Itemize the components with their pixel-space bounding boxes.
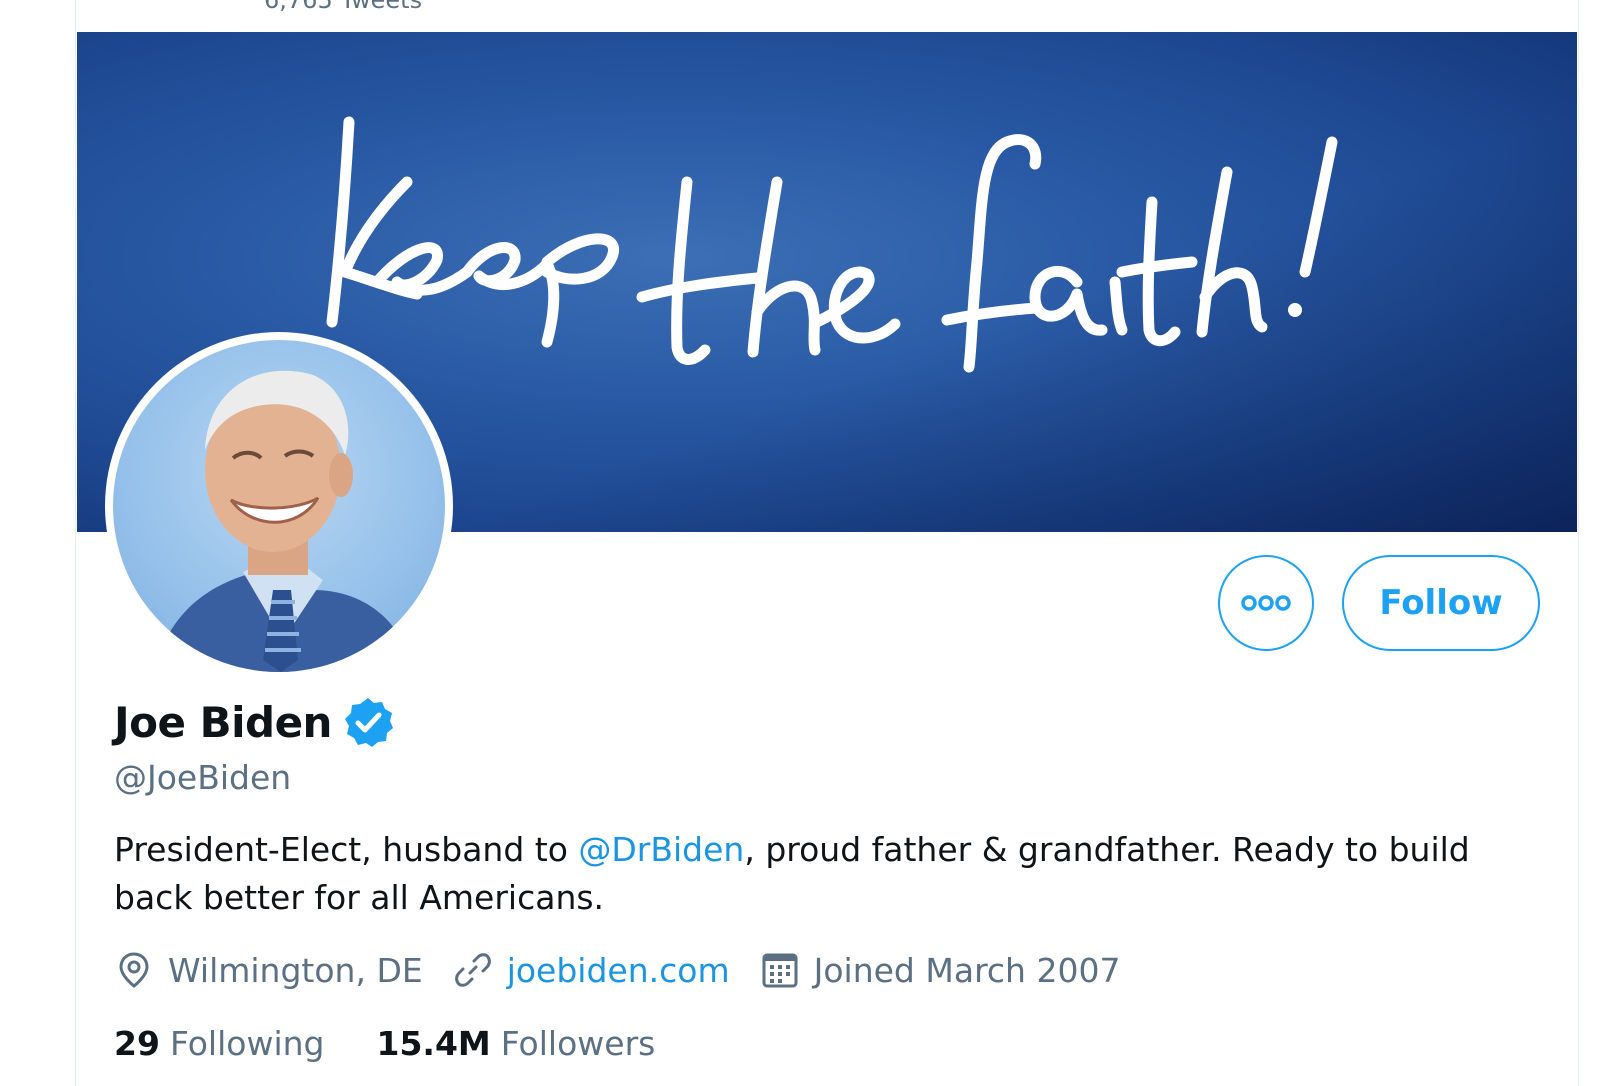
joined-item: Joined March 2007 xyxy=(760,950,1121,990)
profile-stats: 29 Following 15.4M Followers xyxy=(114,1024,707,1063)
location-item: Wilmington, DE xyxy=(114,950,423,990)
website-item: joebiden.com xyxy=(453,950,730,990)
followers-stat[interactable]: 15.4M Followers xyxy=(376,1024,655,1063)
following-stat[interactable]: 29 Following xyxy=(114,1024,324,1063)
verified-badge-icon xyxy=(344,698,393,747)
following-count: 29 xyxy=(114,1024,160,1063)
profile-handle: @JoeBiden xyxy=(114,758,292,797)
website-link[interactable]: joebiden.com xyxy=(507,951,730,990)
avatar-portrait-image xyxy=(153,370,413,672)
location-pin-icon xyxy=(119,952,149,988)
more-options-button[interactable] xyxy=(1218,555,1314,651)
bio-mention-link[interactable]: @DrBiden xyxy=(578,830,744,869)
followers-label: Followers xyxy=(500,1024,656,1063)
more-dots-icon xyxy=(1241,595,1291,611)
location-text: Wilmington, DE xyxy=(168,950,423,990)
following-label: Following xyxy=(169,1024,325,1063)
profile-bio: President-Elect, husband to @DrBiden, pr… xyxy=(114,826,1514,922)
profile-name: Joe Biden xyxy=(114,697,332,747)
followers-count: 15.4M xyxy=(376,1024,491,1063)
follow-button[interactable]: Follow xyxy=(1342,555,1540,651)
avatar[interactable] xyxy=(105,332,453,680)
joined-text: Joined March 2007 xyxy=(813,950,1121,990)
bio-text-prefix: President-Elect, husband to xyxy=(114,830,579,869)
profile-panel: 6,765 Tweets Follow Joe Biden @JoeBiden … xyxy=(75,0,1579,1086)
avatar-photo xyxy=(113,340,445,672)
profile-name-row: Joe Biden xyxy=(114,696,394,748)
calendar-icon xyxy=(762,953,798,988)
profile-meta: Wilmington, DE joebiden.com Joined March… xyxy=(114,950,1150,990)
link-icon xyxy=(454,953,491,987)
tweet-count: 6,765 Tweets xyxy=(264,0,423,14)
